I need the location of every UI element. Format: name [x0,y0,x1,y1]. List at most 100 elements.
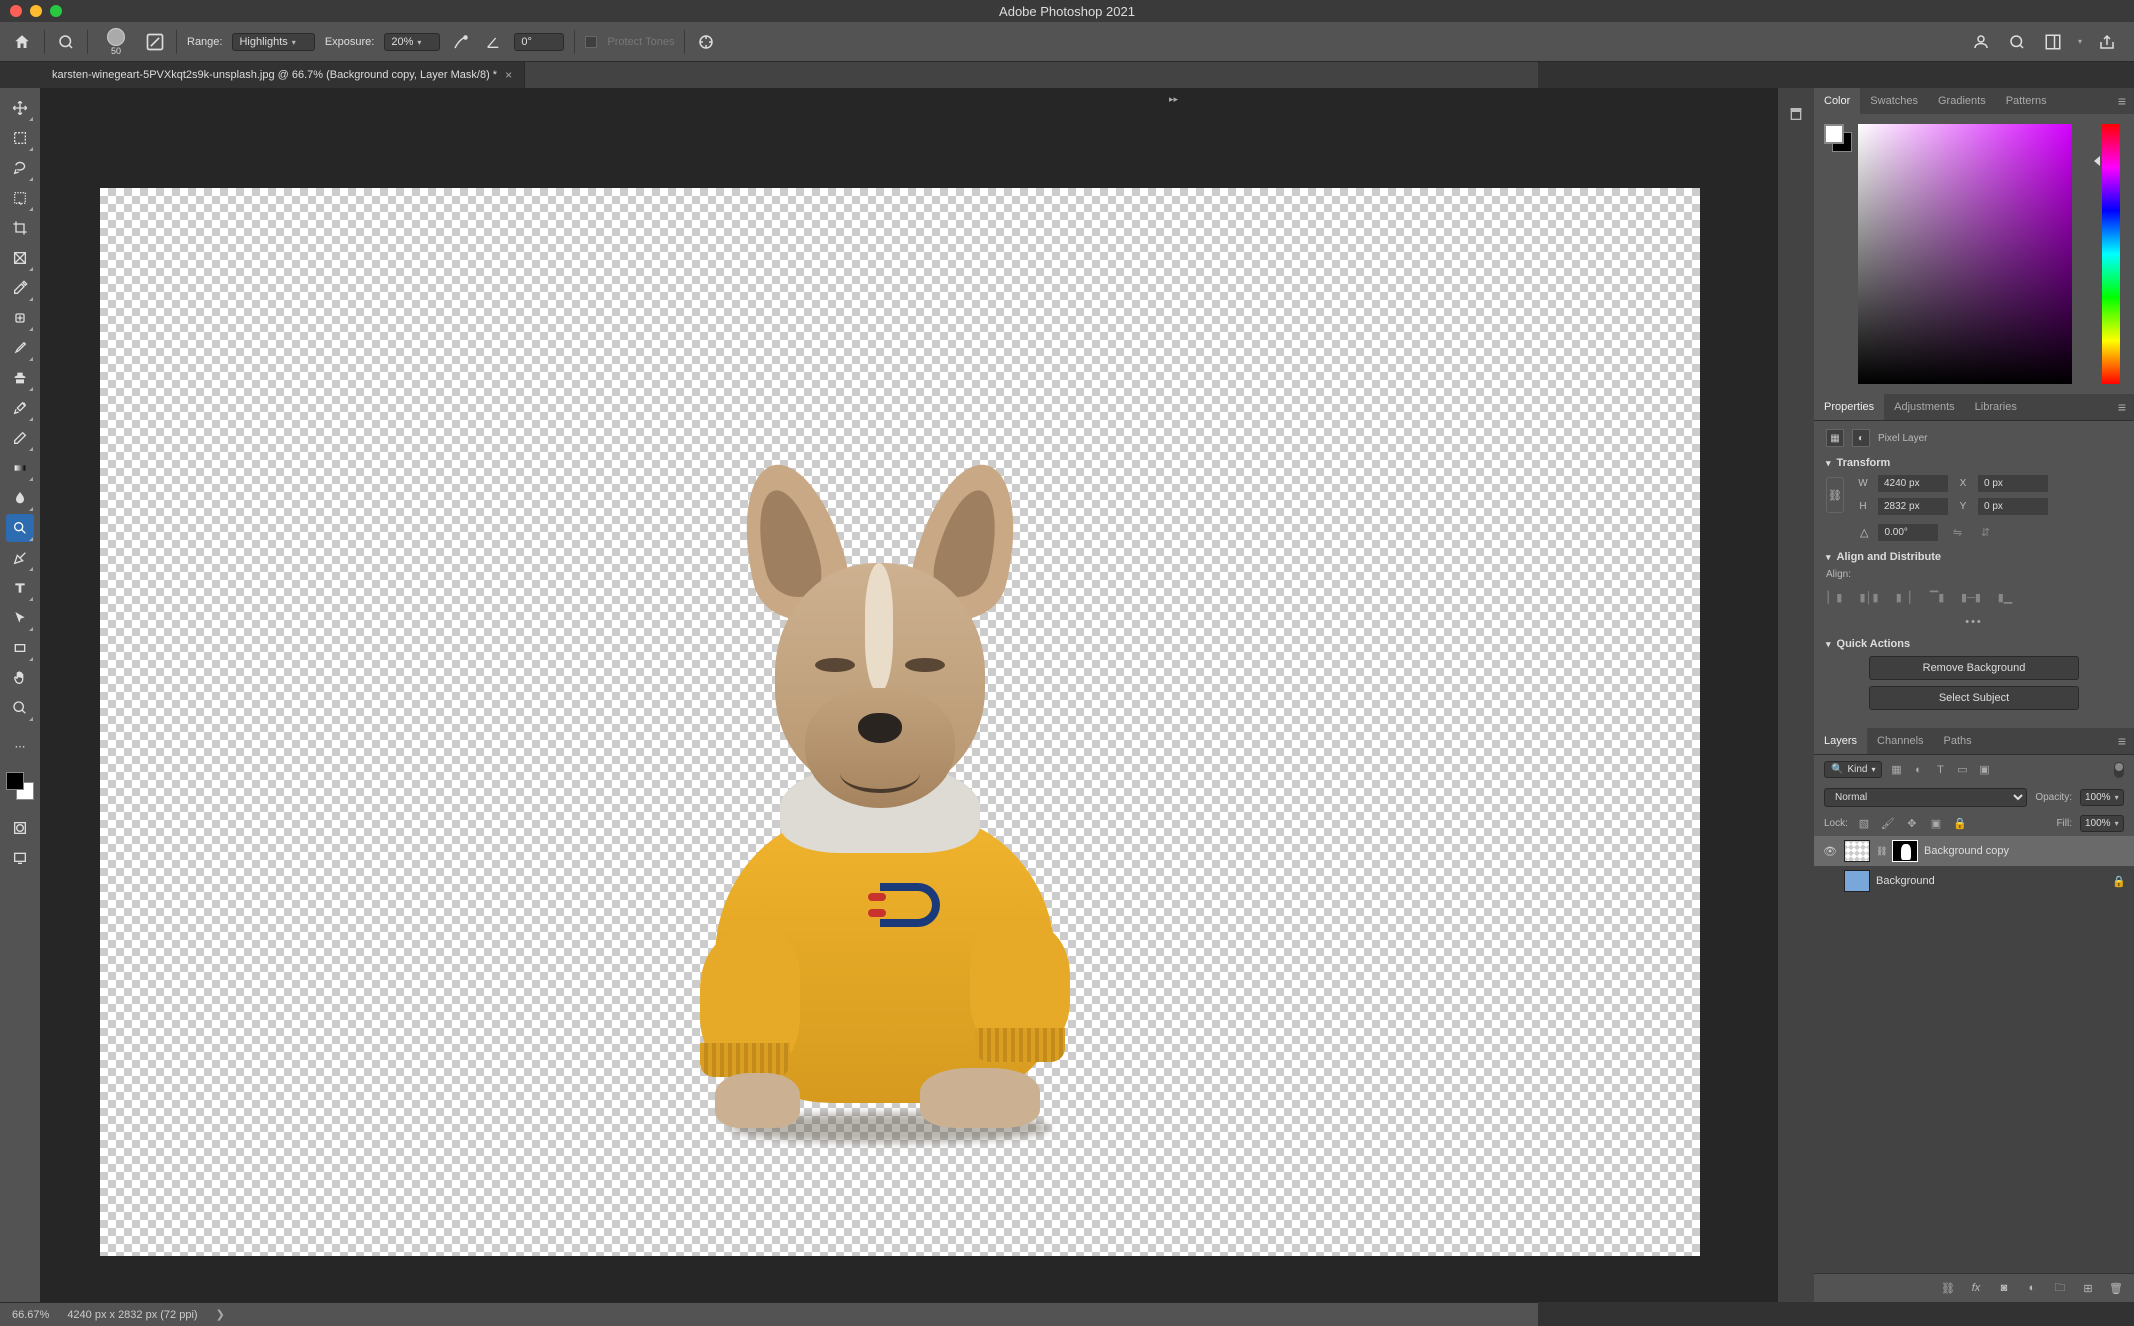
tab-swatches[interactable]: Swatches [1860,88,1928,114]
home-button[interactable] [10,30,34,54]
document-canvas[interactable] [100,188,1700,1256]
tab-patterns[interactable]: Patterns [1996,88,2057,114]
filter-shape-icon[interactable]: ▭ [1954,762,1970,778]
document-dimensions[interactable]: 4240 px x 2832 px (72 ppi) [67,1309,197,1321]
pressure-icon[interactable] [695,31,717,53]
healing-brush-tool[interactable] [6,304,34,332]
align-right-icon[interactable]: ▮▕ [1894,588,1912,606]
collapse-panels-button[interactable]: ▸▸ [1169,94,1178,105]
quick-selection-tool[interactable] [6,184,34,212]
align-top-icon[interactable]: ▔▮ [1928,588,1946,606]
align-left-icon[interactable]: ▏▮ [1826,588,1844,606]
layer-filter-select[interactable]: 🔍 Kind ▾ [1824,761,1882,778]
layer-group-icon[interactable]: 🗀 [2052,1280,2068,1296]
filter-pixel-icon[interactable]: ▦ [1888,762,1904,778]
quick-actions-section-header[interactable]: Quick Actions [1826,638,2122,650]
align-center-v-icon[interactable]: ▮─▮ [1962,588,1980,606]
angle-icon[interactable] [482,31,504,53]
align-center-h-icon[interactable]: ▮│▮ [1860,588,1878,606]
filter-toggle[interactable] [2114,762,2124,778]
delete-layer-icon[interactable]: 🗑 [2108,1280,2124,1296]
move-tool[interactable] [6,94,34,122]
height-input[interactable] [1878,498,1948,515]
tab-gradients[interactable]: Gradients [1928,88,1996,114]
layer-visibility-toggle[interactable] [1822,873,1838,889]
tab-layers[interactable]: Layers [1814,728,1867,754]
layer-visibility-toggle[interactable]: 👁 [1822,843,1838,859]
layer-name[interactable]: Background copy [1924,845,2009,857]
more-options-button[interactable]: ••• [1826,616,2122,628]
color-panel-menu-icon[interactable] [2110,88,2134,114]
canvas-area[interactable]: ▸▸ [40,88,1778,1302]
mask-link-icon[interactable]: ⛓ [1876,846,1886,857]
rotation-input[interactable] [1878,524,1938,541]
color-fg-bg-swatches[interactable] [1824,124,1852,152]
angle-input[interactable] [514,33,564,51]
pen-tool[interactable] [6,544,34,572]
link-layers-icon[interactable]: ⛓ [1940,1280,1956,1296]
flip-vertical-icon[interactable]: ⇵ [1976,523,1994,541]
tool-preset-picker[interactable] [55,31,77,53]
tab-paths[interactable]: Paths [1934,728,1982,754]
minimize-window-button[interactable] [30,5,42,17]
layer-mask-icon[interactable]: ◙ [1996,1280,2012,1296]
path-selection-tool[interactable] [6,604,34,632]
protect-tones-checkbox[interactable] [585,36,597,48]
new-layer-icon[interactable]: ⊞ [2080,1280,2096,1296]
tab-properties[interactable]: Properties [1814,394,1884,420]
zoom-level[interactable]: 66.67% [12,1309,49,1321]
layers-panel-menu-icon[interactable] [2110,728,2134,754]
airbrush-icon[interactable] [450,31,472,53]
link-dimensions-icon[interactable]: ⛓ [1826,477,1844,513]
eyedropper-tool[interactable] [6,274,34,302]
hue-slider[interactable] [2102,124,2120,384]
layer-style-icon[interactable]: fx [1968,1280,1984,1296]
align-bottom-icon[interactable]: ▮▁ [1996,588,2014,606]
cloud-docs-icon[interactable] [1970,31,1992,53]
edit-toolbar-button[interactable]: ⋯ [6,732,34,760]
layer-mask-thumbnail[interactable] [1892,840,1918,862]
zoom-tool[interactable] [6,694,34,722]
close-tab-button[interactable]: × [505,68,512,82]
blur-tool[interactable] [6,484,34,512]
close-window-button[interactable] [10,5,22,17]
layer-thumbnail[interactable] [1844,870,1870,892]
lock-pixels-icon[interactable]: 🖌 [1880,816,1896,832]
blend-mode-select[interactable]: Normal [1824,788,2027,807]
brush-preset-picker[interactable]: 50 [98,24,134,60]
y-input[interactable] [1978,498,2048,515]
foreground-color-swatch[interactable] [6,772,24,790]
expand-dock-button[interactable] [1784,102,1808,126]
lock-all-icon[interactable]: 🔒 [1952,816,1968,832]
color-field-picker[interactable] [1858,124,2072,384]
status-info-flyout-icon[interactable]: ❯ [216,1308,225,1321]
exposure-select[interactable]: 20% [384,33,440,51]
align-section-header[interactable]: Align and Distribute [1826,551,2122,563]
width-input[interactable] [1878,475,1948,492]
x-input[interactable] [1978,475,2048,492]
clone-stamp-tool[interactable] [6,364,34,392]
eraser-tool[interactable] [6,424,34,452]
lock-position-icon[interactable]: ✥ [1904,816,1920,832]
tab-channels[interactable]: Channels [1867,728,1933,754]
flip-horizontal-icon[interactable]: ⇋ [1948,523,1966,541]
maximize-window-button[interactable] [50,5,62,17]
tab-adjustments[interactable]: Adjustments [1884,394,1965,420]
type-tool[interactable] [6,574,34,602]
properties-panel-menu-icon[interactable] [2110,394,2134,420]
fill-input[interactable]: 100% [2080,815,2124,832]
share-icon[interactable] [2096,31,2118,53]
layer-row[interactable]: 👁 ⛓ Background copy [1814,836,2134,866]
filter-smart-icon[interactable]: ▣ [1976,762,1992,778]
opacity-input[interactable]: 100% [2080,789,2124,806]
select-subject-button[interactable]: Select Subject [1869,686,2079,710]
tab-libraries[interactable]: Libraries [1965,394,2027,420]
brush-settings-icon[interactable] [144,31,166,53]
workspace-chevron-icon[interactable]: ▾ [2078,37,2082,46]
brush-tool[interactable] [6,334,34,362]
screen-mode-button[interactable] [6,844,34,872]
rectangle-tool[interactable] [6,634,34,662]
foreground-background-colors[interactable] [6,772,34,800]
gradient-tool[interactable] [6,454,34,482]
layer-name[interactable]: Background [1876,875,1935,887]
